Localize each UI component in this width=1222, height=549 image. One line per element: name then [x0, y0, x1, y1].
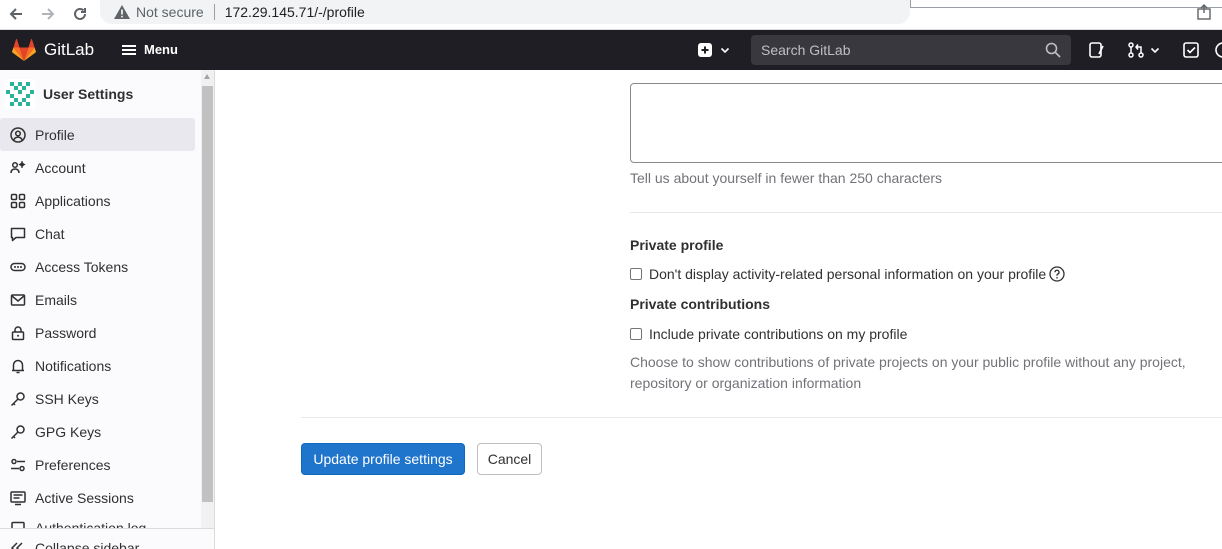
private-contributions-help: Choose to show contributions of private … [630, 354, 1186, 391]
private-contributions-option[interactable]: Include private contributions on my prof… [630, 326, 907, 342]
arrow-left-icon [9, 8, 22, 20]
warning-icon [114, 5, 130, 19]
todo-icon[interactable] [1182, 41, 1200, 59]
sidebar-item-label: Password [35, 324, 97, 341]
scrollbar-thumb[interactable] [202, 86, 213, 502]
monitor-icon [9, 489, 27, 507]
sidebar-item-label: Emails [35, 291, 78, 308]
sidebar-item-label: Chat [35, 225, 65, 242]
sidebar-item-label: Notifications [35, 357, 112, 374]
chat-icon [9, 225, 27, 243]
address-bar[interactable]: Not secure 172.29.145.71/-/profile [100, 0, 910, 24]
question-circle-icon[interactable] [1049, 266, 1065, 282]
private-contributions-checkbox[interactable] [630, 328, 642, 340]
arrow-right-icon [42, 8, 55, 20]
double-chevron-left-icon [10, 542, 23, 549]
chevron-down-icon [720, 47, 730, 54]
sidebar-item-password[interactable]: Password [0, 316, 195, 349]
url-text: 172.29.145.71/-/profile [224, 4, 365, 20]
search-input[interactable]: Search GitLab [751, 35, 1071, 65]
top-navbar: GitLab Menu Search GitLab [0, 30, 1222, 70]
bio-textarea[interactable] [630, 83, 1222, 163]
back-button[interactable] [4, 3, 28, 25]
reload-button[interactable] [68, 3, 92, 25]
sidebar-item-active-sessions[interactable]: Active Sessions [0, 481, 195, 514]
sidebar-item-notifications[interactable]: Notifications [0, 349, 195, 382]
sidebar-item-emails[interactable]: Emails [0, 283, 195, 316]
private-profile-checkbox-label[interactable]: Don't display activity-related personal … [649, 266, 1046, 282]
sidebar-item-preferences[interactable]: Preferences [0, 448, 195, 481]
sidebar-item-label: Preferences [35, 456, 111, 473]
sidebar-header[interactable]: User Settings [0, 70, 214, 118]
search-icon [1045, 42, 1061, 58]
url-separator [213, 4, 215, 20]
section-divider [630, 212, 1222, 213]
mail-icon [9, 291, 27, 309]
form-actions-divider [301, 417, 1222, 418]
preferences-icon [9, 456, 27, 474]
private-contributions-checkbox-label[interactable]: Include private contributions on my prof… [649, 326, 907, 342]
sidebar-title: User Settings [43, 86, 134, 102]
issues-icon[interactable] [1088, 41, 1106, 59]
main-content: Tell us about yourself in fewer than 250… [215, 70, 1222, 549]
sidebar-item-profile[interactable]: Profile [0, 118, 195, 151]
sidebar-item-label: Applications [35, 192, 111, 209]
brand-name[interactable]: GitLab [44, 40, 94, 60]
security-label: Not secure [136, 4, 204, 20]
sidebar-item-label: GPG Keys [35, 423, 102, 440]
menu-label: Menu [144, 42, 178, 57]
sidebar-item-label: Access Tokens [35, 258, 129, 275]
collapse-sidebar-button[interactable]: Collapse sidebar [0, 528, 214, 549]
account-icon [9, 159, 27, 177]
sidebar-item-label: Profile [35, 126, 75, 143]
private-profile-label: Private profile [630, 237, 724, 253]
sidebar-item-gpg-keys[interactable]: GPG Keys [0, 415, 195, 448]
update-profile-button[interactable]: Update profile settings [301, 443, 465, 475]
applications-icon [9, 192, 27, 210]
private-contributions-label: Private contributions [630, 296, 771, 312]
profile-icon [9, 126, 27, 144]
private-profile-option[interactable]: Don't display activity-related personal … [630, 266, 1065, 282]
share-icon[interactable] [1196, 4, 1212, 20]
browser-toolbar: Not secure 172.29.145.71/-/profile [0, 0, 1222, 30]
scroll-up-arrow-icon[interactable] [204, 74, 210, 79]
sidebar-item-account[interactable]: Account [0, 151, 195, 184]
chevron-down-icon [1150, 47, 1160, 54]
cancel-button[interactable]: Cancel [477, 443, 542, 475]
sidebar-item-ssh-keys[interactable]: SSH Keys [0, 382, 195, 415]
bio-help-text: Tell us about yourself in fewer than 250… [630, 170, 943, 186]
private-profile-checkbox[interactable] [630, 268, 642, 280]
key-icon [9, 390, 27, 408]
help-icon[interactable] [1214, 41, 1222, 59]
search-placeholder: Search GitLab [761, 42, 851, 58]
sidebar-item-chat[interactable]: Chat [0, 217, 195, 250]
sidebar-item-label: Active Sessions [35, 489, 134, 506]
avatar [5, 79, 35, 109]
forward-button[interactable] [36, 3, 60, 25]
browser-tab-strip [910, 0, 1222, 8]
token-icon [9, 258, 27, 276]
key-icon [9, 423, 27, 441]
merge-requests-dropdown[interactable] [1127, 41, 1163, 59]
reload-icon [74, 7, 86, 20]
sidebar-item-applications[interactable]: Applications [0, 184, 195, 217]
settings-sidebar: User Settings Profile Account Applicatio… [0, 70, 215, 549]
plus-square-icon [698, 43, 712, 57]
new-item-dropdown[interactable] [697, 42, 731, 58]
collapse-label: Collapse sidebar [35, 540, 140, 549]
sidebar-item-access-tokens[interactable]: Access Tokens [0, 250, 195, 283]
sidebar-scrollbar[interactable] [201, 70, 214, 529]
sidebar-item-label: Account [35, 159, 86, 176]
hamburger-icon [122, 44, 136, 55]
menu-button[interactable]: Menu [122, 42, 178, 57]
gitlab-logo-icon[interactable] [12, 38, 36, 66]
merge-request-icon [1128, 42, 1144, 58]
sidebar-item-label: SSH Keys [35, 390, 99, 407]
bell-icon [9, 357, 27, 375]
lock-icon [9, 324, 27, 342]
